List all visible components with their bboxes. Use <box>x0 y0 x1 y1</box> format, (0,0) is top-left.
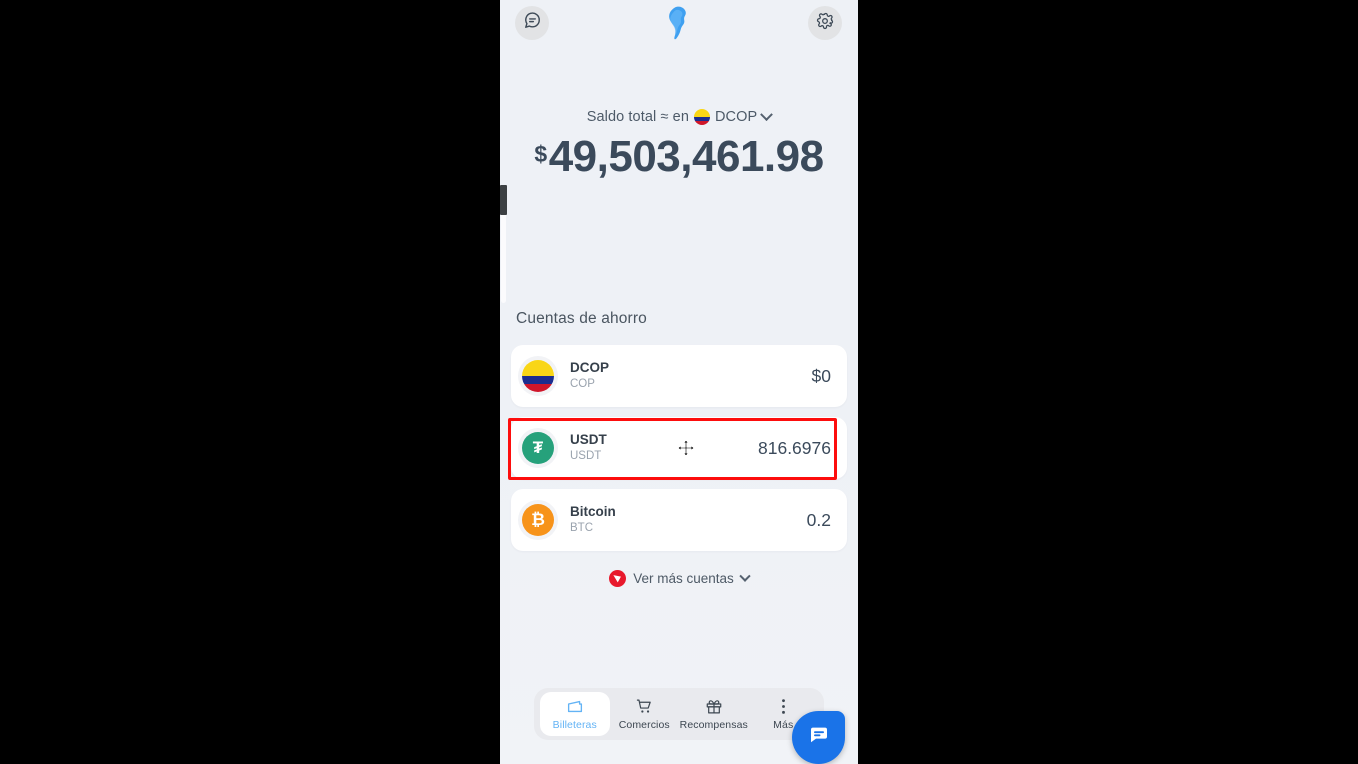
chevron-down-icon <box>760 107 774 121</box>
show-more-accounts-button[interactable]: Ver más cuentas <box>500 570 858 587</box>
bitcoin-icon: ₿ <box>522 504 554 536</box>
page-title: Cuentas de ahorro <box>516 310 647 327</box>
tether-icon: ₮ <box>522 432 554 464</box>
account-name: USDT <box>570 431 607 447</box>
total-balance-block: Saldo total ≈ en DCOP $ 49,503,461.98 <box>500 107 858 179</box>
account-row-usdt[interactable]: ₮ USDT USDT 816.6976 <box>511 417 847 479</box>
nav-item-recompensas[interactable]: Recompensas <box>679 692 749 736</box>
account-labels: USDT USDT <box>570 432 758 465</box>
scrollbar-rail <box>501 215 506 303</box>
account-row-dcop[interactable]: DCOP COP $0 <box>511 345 847 407</box>
chat-bubble-icon <box>523 11 542 35</box>
total-balance-amount: $ 49,503,461.98 <box>500 135 858 179</box>
wallet-icon <box>566 697 584 716</box>
selected-currency-label: DCOP <box>714 109 758 125</box>
chat-support-fab[interactable] <box>792 711 845 764</box>
account-row-bitcoin[interactable]: ₿ Bitcoin BTC 0.2 <box>511 489 847 551</box>
account-ticker: BTC <box>570 522 593 535</box>
account-ticker: COP <box>570 378 595 391</box>
gear-icon <box>816 12 834 35</box>
chat-button[interactable] <box>515 6 549 40</box>
nav-label: Más <box>773 719 794 731</box>
account-ticker: USDT <box>570 450 602 463</box>
chevron-down-icon <box>739 570 751 582</box>
scrollbar-thumb[interactable] <box>500 185 507 215</box>
account-name: Bitcoin <box>570 503 616 519</box>
currency-symbol: $ <box>534 141 547 167</box>
account-name: DCOP <box>570 359 610 375</box>
account-balance: 0.2 <box>806 509 831 530</box>
tron-icon <box>609 570 627 587</box>
phone-viewport: Saldo total ≈ en DCOP $ 49,503,461.98 Cu… <box>500 0 858 764</box>
colombia-flag-icon <box>522 360 554 392</box>
nav-label: Comercios <box>618 719 670 731</box>
more-dots-icon <box>781 697 786 716</box>
saldo-total-label: Saldo total ≈ en <box>586 109 689 125</box>
show-more-accounts-label: Ver más cuentas <box>633 571 734 586</box>
south-america-map-icon <box>668 6 690 45</box>
cart-icon <box>635 697 654 716</box>
account-balance: $0 <box>811 365 831 386</box>
nav-item-billeteras[interactable]: Billeteras <box>540 692 610 736</box>
nav-label: Billeteras <box>552 719 597 731</box>
balance-value: 49,503,461.98 <box>548 132 824 181</box>
accounts-list: DCOP COP $0 ₮ USDT USDT 816.6976 ₿ Bitco… <box>511 345 847 561</box>
account-balance: 816.6976 <box>758 437 831 458</box>
account-labels: DCOP COP <box>570 360 812 393</box>
currency-selector[interactable]: Saldo total ≈ en DCOP <box>586 107 774 125</box>
screenshot-stage: Saldo total ≈ en DCOP $ 49,503,461.98 Cu… <box>0 0 1358 764</box>
bottom-navigation: Billeteras Comercios Recompensas Más <box>534 688 824 740</box>
chat-bubble-icon <box>807 723 831 752</box>
settings-button[interactable] <box>808 6 842 40</box>
colombia-flag-icon <box>693 109 710 125</box>
nav-item-comercios[interactable]: Comercios <box>610 692 680 736</box>
app-logo <box>664 6 694 44</box>
account-labels: Bitcoin BTC <box>570 504 807 537</box>
nav-label: Recompensas <box>679 719 748 731</box>
top-app-bar <box>500 0 858 52</box>
gift-icon <box>705 697 723 716</box>
